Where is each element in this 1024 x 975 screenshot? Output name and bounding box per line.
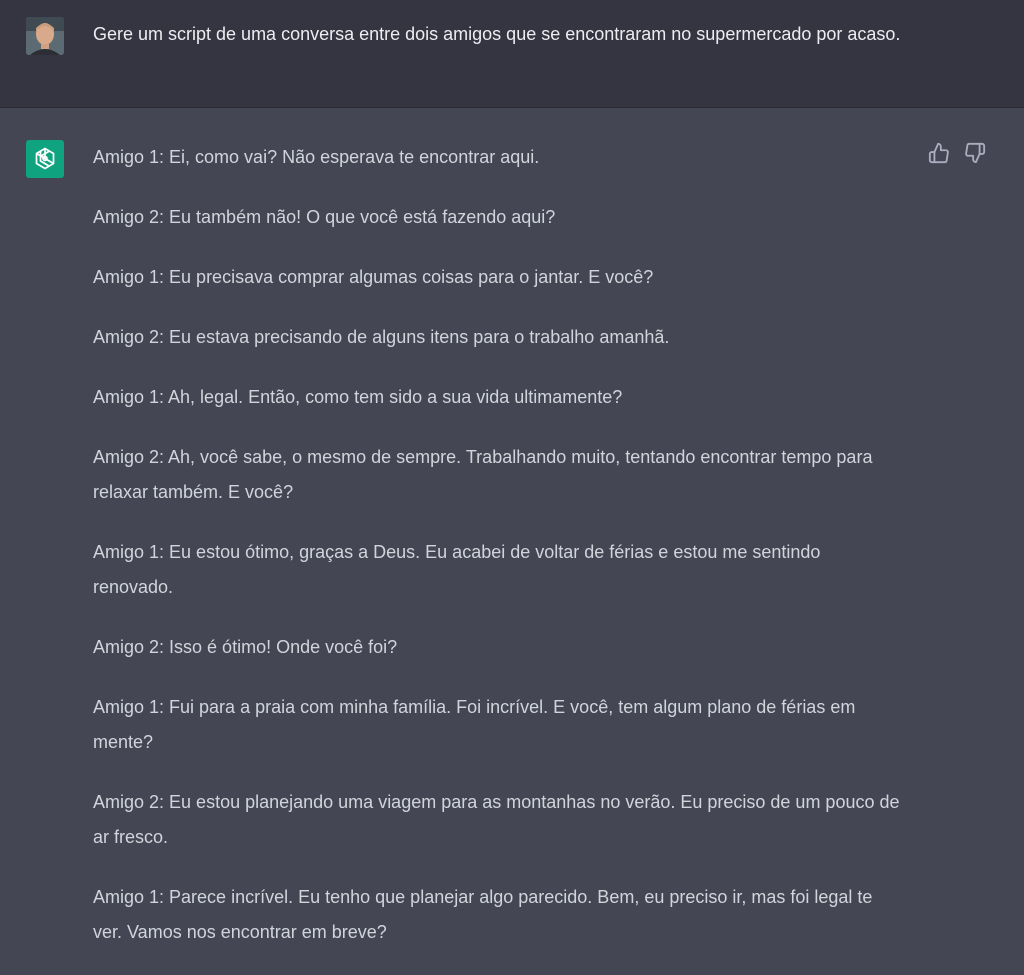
feedback-controls [928, 142, 986, 164]
assistant-message-block: Amigo 1: Ei, como vai? Não esperava te e… [0, 108, 1024, 957]
message-line: Amigo 1: Ei, como vai? Não esperava te e… [93, 147, 540, 167]
message-line: Amigo 2: Eu estou planejando uma viagem … [93, 792, 900, 847]
message-line: Amigo 1: Fui para a praia com minha famí… [93, 697, 856, 752]
message-line: Amigo 1: Eu estou ótimo, graças a Deus. … [93, 542, 821, 597]
thumbs-down-icon[interactable] [964, 142, 986, 164]
user-message-block: Gere um script de uma conversa entre doi… [0, 0, 1024, 108]
message-line: Amigo 2: Eu também não! O que você está … [93, 207, 556, 227]
openai-logo-icon [26, 140, 64, 178]
message-line: Amigo 2: Isso é ótimo! Onde você foi? [93, 637, 398, 657]
thumbs-up-icon[interactable] [928, 142, 950, 164]
user-prompt-text: Gere um script de uma conversa entre doi… [93, 24, 901, 44]
assistant-response: Amigo 1: Ei, como vai? Não esperava te e… [93, 140, 903, 975]
message-line: Amigo 1: Eu precisava comprar algumas co… [93, 267, 654, 287]
message-line: Amigo 2: Ah, você sabe, o mesmo de sempr… [93, 447, 873, 502]
user-avatar [26, 17, 64, 55]
message-line: Amigo 2: Eu estava precisando de alguns … [93, 327, 670, 347]
message-line: Amigo 1: Ah, legal. Então, como tem sido… [93, 387, 623, 407]
message-line: Amigo 1: Parece incrível. Eu tenho que p… [93, 887, 873, 942]
